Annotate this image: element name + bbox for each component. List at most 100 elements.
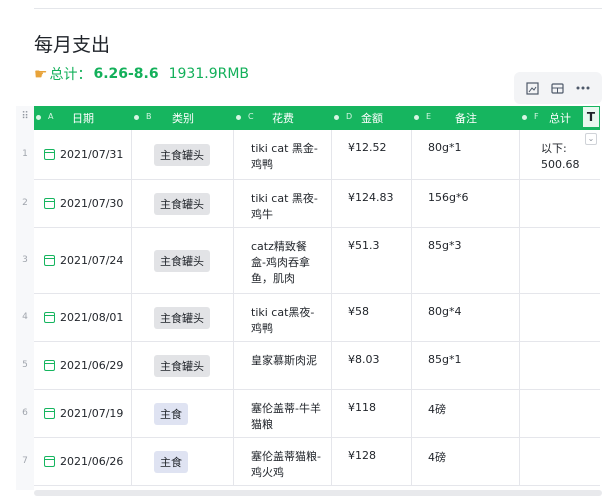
summary-range: 6.26-8.6 <box>93 66 159 82</box>
note-cell[interactable]: 80g*4 <box>412 294 520 341</box>
spreadsheet-grid: ⠿ 1 2 3 4 5 6 7 A 日期 B 类别 C 花费 D 金额 E 备注 F 总计 T 2021/07/31… <box>16 106 602 490</box>
row-number: 4 <box>22 312 28 322</box>
date-text: 2021/06/29 <box>60 359 124 372</box>
column-letter: B <box>146 112 152 121</box>
amount-cell[interactable]: ¥51.3 <box>332 228 412 293</box>
page-title: 每月支出 <box>34 34 111 56</box>
summary-label: 总计： <box>49 67 92 83</box>
column-label: 金额 <box>361 112 383 125</box>
table-row[interactable]: 2021/06/29 主食罐头 皇家慕斯肉泥 ¥8.03 85g*1 <box>34 342 600 390</box>
table-row[interactable]: 2021/07/31 主食罐头 tiki cat 黑金-鸡鸭 ¥12.52 80g*1 以… <box>34 130 600 180</box>
amount-cell[interactable]: ¥124.83 <box>332 180 412 227</box>
calendar-icon <box>44 198 55 209</box>
category-tag: 主食罐头 <box>154 249 210 272</box>
total-cell[interactable]: 以下: 500.68 ⌄ <box>520 130 600 179</box>
date-cell[interactable]: 2021/06/29 <box>34 342 132 389</box>
table-row[interactable]: 2021/06/26 主食 塞伦盖蒂猫粮-鸡火鸡 ¥128 4磅 <box>34 438 600 486</box>
horizontal-scrollbar[interactable] <box>34 490 602 496</box>
card-view-icon[interactable] <box>549 79 567 97</box>
column-handle-icon[interactable] <box>334 115 339 120</box>
column-handle-icon[interactable] <box>134 115 139 120</box>
note-cell[interactable]: 80g*1 <box>412 130 520 179</box>
summary-line: ☛ 总计： 6.26-8.6 1931.9RMB <box>34 64 249 84</box>
expense-item-cell[interactable]: tiki cat 黑金-鸡鸭 <box>234 130 332 179</box>
expense-item-cell[interactable]: 皇家慕斯肉泥 <box>234 342 332 389</box>
table-row[interactable]: 2021/07/24 主食罐头 catz精致餐盒-鸡肉吞拿鱼，肌肉 ¥51.3 85g*… <box>34 228 600 294</box>
note-cell[interactable]: 4磅 <box>412 390 520 437</box>
calendar-icon <box>44 408 55 419</box>
category-cell[interactable]: 主食 <box>132 390 234 437</box>
date-cell[interactable]: 2021/08/01 <box>34 294 132 341</box>
total-cell[interactable] <box>520 228 600 293</box>
expense-item-cell[interactable]: 塞伦盖蒂-牛羊猫粮 <box>234 390 332 437</box>
expense-item-cell[interactable]: catz精致餐盒-鸡肉吞拿鱼，肌肉 <box>234 228 332 293</box>
date-cell[interactable]: 2021/07/19 <box>34 390 132 437</box>
amount-cell[interactable]: ¥118 <box>332 390 412 437</box>
image-icon[interactable] <box>524 79 542 97</box>
note-cell[interactable]: 4磅 <box>412 438 520 485</box>
expense-item-cell[interactable]: tiki cat黑夜-鸡鸭 <box>234 294 332 341</box>
category-cell[interactable]: 主食罐头 <box>132 342 234 389</box>
total-cell[interactable] <box>520 294 600 341</box>
calendar-icon <box>44 312 55 323</box>
table-row[interactable]: 2021/07/19 主食 塞伦盖蒂-牛羊猫粮 ¥118 4磅 <box>34 390 600 438</box>
amount-cell[interactable]: ¥128 <box>332 438 412 485</box>
date-text: 2021/07/30 <box>60 197 124 210</box>
column-handle-icon[interactable] <box>414 115 419 120</box>
column-header-a[interactable]: A 日期 <box>34 106 132 130</box>
category-cell[interactable]: 主食 <box>132 438 234 485</box>
total-cell[interactable] <box>520 438 600 485</box>
row-number: 6 <box>22 408 28 418</box>
note-cell[interactable]: 85g*1 <box>412 342 520 389</box>
total-cell[interactable] <box>520 342 600 389</box>
column-letter: F <box>534 112 539 121</box>
category-tag: 主食罐头 <box>154 192 210 215</box>
table-row[interactable]: 2021/08/01 主食罐头 tiki cat黑夜-鸡鸭 ¥58 80g*4 <box>34 294 600 342</box>
chevron-down-icon[interactable]: ⌄ <box>585 133 597 145</box>
date-text: 2021/07/24 <box>60 254 124 267</box>
row-number: 3 <box>22 255 28 265</box>
category-cell[interactable]: 主食罐头 <box>132 180 234 227</box>
table-row[interactable]: 2021/07/30 主食罐头 tiki cat 黑夜-鸡牛 ¥124.83 156g*… <box>34 180 600 228</box>
row-gutter: ⠿ 1 2 3 4 5 6 7 <box>16 106 34 490</box>
expense-item-cell[interactable]: tiki cat 黑夜-鸡牛 <box>234 180 332 227</box>
amount-cell[interactable]: ¥58 <box>332 294 412 341</box>
text-format-button[interactable]: T <box>582 106 600 128</box>
column-header-b[interactable]: B 类别 <box>132 106 234 130</box>
category-tag: 主食罐头 <box>154 354 210 377</box>
note-cell[interactable]: 85g*3 <box>412 228 520 293</box>
category-cell[interactable]: 主食罐头 <box>132 228 234 293</box>
category-cell[interactable]: 主食罐头 <box>132 130 234 179</box>
column-handle-icon[interactable] <box>236 115 241 120</box>
date-cell[interactable]: 2021/07/31 <box>34 130 132 179</box>
amount-cell[interactable]: ¥12.52 <box>332 130 412 179</box>
note-cell[interactable]: 156g*6 <box>412 180 520 227</box>
date-text: 2021/08/01 <box>60 311 124 324</box>
column-header-d[interactable]: D 金额 <box>332 106 412 130</box>
column-label: 日期 <box>72 112 94 125</box>
category-tag: 主食 <box>154 402 188 425</box>
date-cell[interactable]: 2021/07/30 <box>34 180 132 227</box>
column-letter: E <box>426 112 432 121</box>
column-handle-icon[interactable] <box>36 115 41 120</box>
total-cell[interactable] <box>520 390 600 437</box>
top-divider <box>34 8 602 9</box>
date-cell[interactable]: 2021/06/26 <box>34 438 132 485</box>
category-cell[interactable]: 主食罐头 <box>132 294 234 341</box>
column-header-e[interactable]: E 备注 <box>412 106 520 130</box>
column-letter: C <box>248 112 254 121</box>
amount-cell[interactable]: ¥8.03 <box>332 342 412 389</box>
expense-item-cell[interactable]: 塞伦盖蒂猫粮-鸡火鸡 <box>234 438 332 485</box>
more-icon[interactable] <box>574 79 592 97</box>
row-number: 7 <box>22 456 28 466</box>
calendar-icon <box>44 360 55 371</box>
date-text: 2021/06/26 <box>60 455 124 468</box>
column-header-c[interactable]: C 花费 <box>234 106 332 130</box>
select-all-handle-icon[interactable]: ⠿ <box>19 111 31 123</box>
column-handle-icon[interactable] <box>522 115 527 120</box>
pointing-hand-icon: ☛ <box>34 65 48 83</box>
calendar-icon <box>44 149 55 160</box>
date-cell[interactable]: 2021/07/24 <box>34 228 132 293</box>
total-cell[interactable] <box>520 180 600 227</box>
column-letter: D <box>346 112 353 121</box>
